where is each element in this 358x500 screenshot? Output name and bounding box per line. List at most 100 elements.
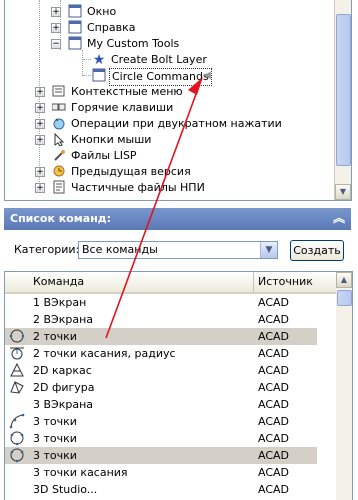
expand-icon[interactable] [51,7,61,17]
collapse-panel-icon[interactable]: ︽ [332,210,346,226]
mouse-icon [51,132,67,148]
context-menu-icon [51,84,67,100]
command-list-scrollbar[interactable]: ▲ [336,272,352,500]
command-row[interactable]: 3 ВЭкрана ACAD [5,396,317,413]
scroll-down-icon[interactable]: ▼ [335,184,351,200]
scroll-up-icon[interactable]: ▲ [336,272,352,288]
arc-3p-icon [9,413,25,430]
command-name: 3D Studio... [33,483,98,496]
command-name: 2 точки касания, радиус [33,347,176,360]
command-name: 3 точки [33,449,77,462]
collapse-icon[interactable] [51,39,61,49]
command-row[interactable]: 3D Studio... ACAD [5,481,317,498]
legacy-icon [51,164,67,180]
toolbar-icon [67,4,83,20]
customization-tree: Окно Справка My Custom Tools ★ Create Bo… [4,0,352,201]
star-icon: ★ [92,52,106,68]
tree-item-label: Файлы LISP [71,149,137,162]
category-select[interactable]: Все команды ▼ [78,241,278,259]
create-command-button[interactable]: Создать [290,240,344,261]
tree-item-my-custom-tools[interactable]: My Custom Tools [5,36,335,52]
tree-item-window[interactable]: Окно [5,4,335,20]
category-label: Категории: [14,243,80,256]
toolbar-icon [91,68,107,84]
tree-item-label: Операции при двукратном нажатии [71,117,282,130]
expand-icon[interactable] [35,167,45,177]
column-header-source[interactable]: Источник [253,272,336,294]
circle-ttr-icon [9,345,25,362]
command-source: ACAD [258,466,290,479]
command-row[interactable]: 3 точки касания ACAD [5,464,317,481]
tree-item-label: Окно [87,5,117,18]
tree-scroll-thumb[interactable] [336,14,351,166]
expand-icon[interactable] [35,119,45,129]
toolbar-icon [67,36,83,52]
command-list: Команда Источник 1 ВЭкран ACAD 2 ВЭкрана… [4,271,353,500]
command-source: ACAD [258,296,290,309]
command-name: 2D фигура [33,381,95,394]
tree-item-label: Частичные файлы НПИ [71,181,205,194]
command-name: 3 точки [33,432,77,445]
command-name: 3 точки [33,415,77,428]
command-source: ACAD [258,398,290,411]
command-row-selected[interactable]: 2 точки ACAD [5,328,317,345]
command-name: 3 точки касания [33,466,128,479]
command-list-scroll-thumb[interactable] [337,290,352,306]
tree-item-create-bolt-layer[interactable]: ★ Create Bolt Layer [5,52,335,68]
expand-icon[interactable] [35,87,45,97]
double-click-icon [51,116,67,132]
tree-item-label: Create Bolt Layer [111,53,207,66]
command-name: 2 точки [33,330,77,343]
partial-cui-icon [51,180,67,196]
circle-3p-icon [9,430,25,447]
wireframe-2d-icon [9,362,25,379]
command-source: ACAD [258,330,290,343]
tree-item-double-click-actions[interactable]: Операции при двукратном нажатии [5,116,335,132]
tree-item-context-menus[interactable]: Контекстные меню [5,84,335,100]
tree-item-lisp-files[interactable]: Файлы LISP [5,148,335,164]
tree-item-circle-commands[interactable]: Circle Commands ◀ [5,68,335,86]
command-row-selected[interactable]: 3 точки ACAD [5,447,317,464]
command-list-title: Список команд: [10,212,112,225]
command-source: ACAD [258,483,290,496]
tree-item-label: My Custom Tools [87,37,180,50]
command-row[interactable]: 3 точки ACAD [5,413,317,430]
command-source: ACAD [258,381,290,394]
command-name: 3 ВЭкрана [33,398,94,411]
keyboard-icon [51,100,67,116]
command-row[interactable]: 2D каркас ACAD [5,362,317,379]
tree-item-label: Горячие клавиши [71,101,174,114]
tree-scrollbar[interactable]: ▼ [334,0,351,200]
tree-item-help[interactable]: Справка [5,20,335,36]
tree-item-shortcut-keys[interactable]: Горячие клавиши [5,100,335,116]
command-row[interactable]: 3 точки ACAD [5,430,317,447]
command-row[interactable]: 1 ВЭкран ACAD [5,294,317,311]
command-source: ACAD [258,449,290,462]
column-header-source-label: Источник [258,275,313,288]
tree-item-label: Предыдущая версия [71,165,191,178]
toolbar-icon [67,20,83,36]
tree-item-legacy[interactable]: Предыдущая версия [5,164,335,180]
tree-item-label: Контекстные меню [71,85,183,98]
tree-item-partial-cui[interactable]: Частичные файлы НПИ [5,180,335,196]
chevron-down-icon[interactable]: ▼ [260,242,277,258]
solid-2d-icon [9,379,25,396]
command-name: 1 ВЭкран [33,296,87,309]
command-row[interactable]: 2 ВЭкрана ACAD [5,311,317,328]
command-source: ACAD [258,313,290,326]
circle-2p-icon [9,328,25,345]
expand-icon[interactable] [35,135,45,145]
command-name: 2D каркас [33,364,92,377]
column-header-command[interactable]: Команда [5,272,253,294]
command-name: 2 ВЭкрана [33,313,94,326]
tree-item-label: Справка [87,21,136,34]
circle-3p-icon [9,447,25,464]
tree-item-label: Кнопки мыши [71,133,152,146]
command-row[interactable]: 2D фигура ACAD [5,379,317,396]
tree-item-mouse-buttons[interactable]: Кнопки мыши [5,132,335,148]
command-row[interactable]: 2 точки касания, радиус ACAD [5,345,317,362]
expand-icon[interactable] [35,103,45,113]
drop-marker-icon: ◀ [203,70,211,81]
expand-icon[interactable] [35,183,45,193]
expand-icon[interactable] [51,23,61,33]
